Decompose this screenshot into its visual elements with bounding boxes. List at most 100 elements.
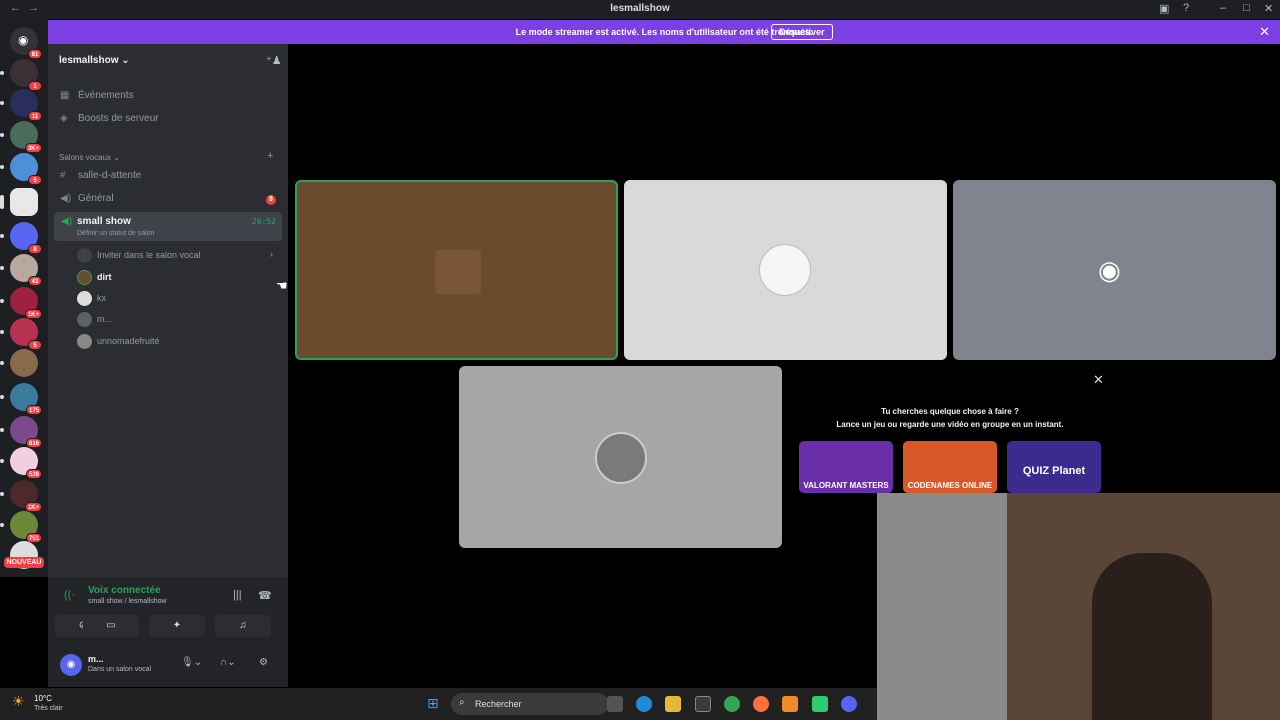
- avatar[interactable]: ◉: [60, 654, 82, 676]
- temperature[interactable]: 10°C: [34, 694, 52, 703]
- close-window-icon[interactable]: ✕: [1264, 2, 1273, 15]
- soundboard-button[interactable]: ♫: [215, 615, 271, 637]
- voice-location[interactable]: small show / lesmallshow: [88, 598, 167, 605]
- menu-label: Boosts de serveur: [78, 113, 159, 124]
- add-channel-icon[interactable]: +: [267, 150, 273, 162]
- server-icon[interactable]: 175: [0, 383, 42, 415]
- video-tile[interactable]: [459, 366, 782, 548]
- channel-small-show[interactable]: ◀) small show Définir un statut de salon…: [54, 212, 282, 241]
- headphones-icon[interactable]: ∩⌄: [220, 657, 236, 668]
- gear-icon[interactable]: ⚙: [259, 657, 268, 668]
- voice-member[interactable]: dirt: [77, 270, 112, 285]
- close-icon[interactable]: ✕: [1093, 372, 1104, 388]
- activities-button[interactable]: ✦: [149, 615, 205, 637]
- disable-streamer-button[interactable]: Désactiver: [771, 24, 833, 40]
- voice-member[interactable]: kx: [77, 291, 106, 306]
- noise-suppression-icon[interactable]: |||: [233, 589, 242, 601]
- server-icon[interactable]: 616: [0, 416, 42, 448]
- server-icon[interactable]: 8: [0, 222, 42, 254]
- chevron-right-icon: ›: [270, 249, 273, 259]
- server-icon[interactable]: 5: [0, 153, 42, 185]
- activity-card[interactable]: QUIZ Planet: [1007, 441, 1101, 493]
- server-icon[interactable]: 1: [0, 59, 42, 91]
- banner-message: Le mode streamer est activé. Les noms d'…: [515, 27, 813, 37]
- member-name: unnomadefruité: [97, 335, 160, 346]
- category-voice[interactable]: Salons vocaux ⌄: [59, 153, 120, 162]
- disconnect-icon[interactable]: ☎: [258, 589, 272, 602]
- server-icon[interactable]: 43: [0, 254, 42, 286]
- server-icon[interactable]: 751: [0, 511, 42, 543]
- channel-general[interactable]: ◀) Général: [60, 193, 114, 204]
- windows-start-icon[interactable]: ⊞: [427, 695, 439, 712]
- app-icon[interactable]: [812, 696, 828, 712]
- server-icon[interactable]: 3K+: [0, 121, 42, 153]
- window-titlebar: ← → lesmallshow ▣ ? – □ ✕: [0, 0, 1280, 19]
- server-badge: 526: [25, 469, 42, 479]
- video-tile[interactable]: [295, 180, 618, 360]
- channel-salle-d-attente[interactable]: # salle-d-attente: [60, 170, 141, 181]
- streamer-mode-banner: Le mode streamer est activé. Les noms d'…: [48, 20, 1280, 44]
- maximize-icon[interactable]: □: [1243, 2, 1250, 14]
- avatar: [759, 244, 811, 296]
- screen-share-button[interactable]: ▭: [83, 615, 139, 637]
- calendar-icon: ▦: [60, 90, 70, 101]
- server-icon[interactable]: 11: [0, 89, 42, 121]
- activity-name: VALORANT MASTERS: [803, 481, 889, 490]
- chrome-icon[interactable]: [724, 696, 740, 712]
- voice-status[interactable]: Voix connectée: [88, 585, 161, 596]
- store-icon[interactable]: [695, 696, 711, 712]
- taskbar-search[interactable]: ⌕ Rechercher: [451, 693, 609, 715]
- activity-name: CODENAMES ONLINE: [907, 481, 993, 490]
- search-icon: ⌕: [459, 697, 465, 708]
- my-username[interactable]: m...: [88, 654, 104, 664]
- edge-icon[interactable]: [636, 696, 652, 712]
- voice-panel: ((· Voix connectée small show / lesmalls…: [48, 577, 288, 687]
- video-tile[interactable]: [624, 180, 947, 360]
- menu-label: Événements: [78, 90, 134, 101]
- minimize-icon[interactable]: –: [1220, 2, 1226, 14]
- activity-card[interactable]: VALORANT MASTERS: [799, 441, 893, 493]
- task-view-icon[interactable]: [607, 696, 623, 712]
- channel-name: small show: [77, 216, 131, 227]
- activity-card[interactable]: CODENAMES ONLINE: [903, 441, 997, 493]
- video-tile[interactable]: ◉: [953, 180, 1276, 360]
- mouse-cursor-icon: ☚: [276, 278, 288, 293]
- invite-voice-row[interactable]: Inviter dans le salon vocal ›: [77, 248, 273, 263]
- member-name: dirt: [97, 271, 112, 282]
- file-explorer-icon[interactable]: [665, 696, 681, 712]
- server-badge: 3K+: [24, 143, 42, 153]
- firefox-icon[interactable]: [753, 696, 769, 712]
- discord-taskbar-icon[interactable]: [841, 696, 857, 712]
- server-badge: 5: [28, 340, 42, 350]
- inbox-icon[interactable]: ▣: [1159, 2, 1169, 15]
- server-icon-active[interactable]: [0, 188, 38, 216]
- home-button[interactable]: ◉ 81: [10, 27, 42, 59]
- vlc-icon[interactable]: [782, 696, 798, 712]
- my-status: Dans un salon vocal: [88, 666, 152, 673]
- category-label: Salons vocaux: [59, 153, 112, 162]
- voice-member[interactable]: m...: [77, 312, 112, 327]
- channel-status[interactable]: Définir un statut de salon: [77, 230, 154, 237]
- server-icon[interactable]: 1K+: [0, 287, 42, 319]
- signal-icon: ((·: [64, 589, 75, 601]
- server-icon[interactable]: 5: [0, 318, 42, 350]
- server-icon[interactable]: 526: [0, 447, 42, 479]
- banner-close-icon[interactable]: ✕: [1259, 24, 1270, 40]
- activity-prompt-subtitle: Lance un jeu ou regarde une vidéo en gro…: [836, 420, 1064, 429]
- add-member-icon[interactable]: ⁺♟: [266, 54, 282, 67]
- menu-events[interactable]: ▦ Événements: [60, 90, 134, 101]
- server-icon[interactable]: [0, 349, 38, 377]
- chevron-down-icon: ⌄: [121, 55, 130, 66]
- microphone-icon[interactable]: 🎙︎⌄: [181, 657, 202, 668]
- member-name: m...: [97, 313, 112, 324]
- server-badge: 175: [25, 405, 42, 415]
- voice-member[interactable]: unnomadefruité: [77, 334, 160, 349]
- member-name: kx: [97, 292, 106, 303]
- server-icon[interactable]: 1K+: [0, 480, 42, 512]
- guild-header[interactable]: lesmallshow ⌄: [59, 55, 130, 66]
- server-badge: 8: [28, 244, 42, 254]
- server-badge: 43: [28, 276, 42, 286]
- help-icon[interactable]: ?: [1183, 2, 1189, 14]
- menu-boosts[interactable]: ◈ Boosts de serveur: [60, 113, 159, 124]
- avatar: [595, 432, 647, 484]
